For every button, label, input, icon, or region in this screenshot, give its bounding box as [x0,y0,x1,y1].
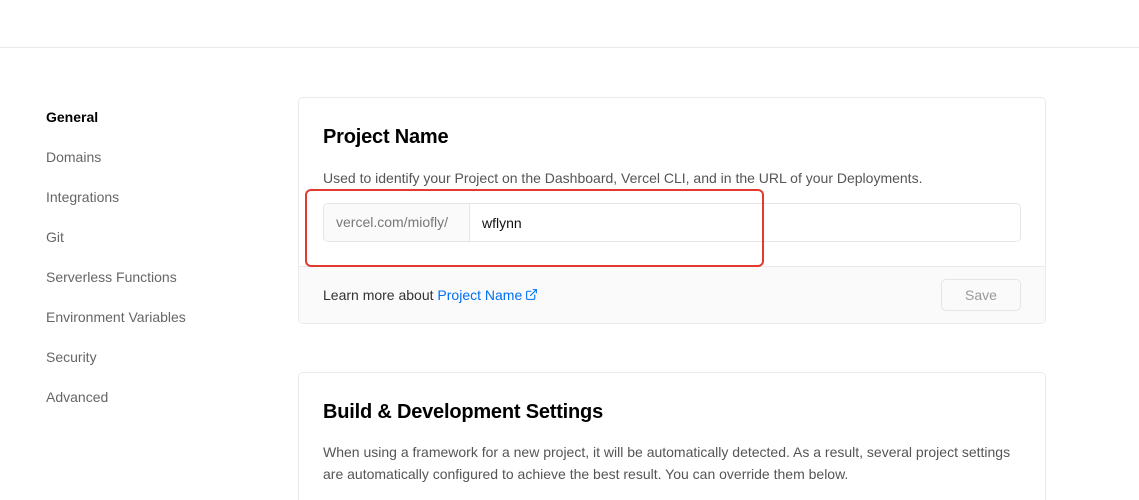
build-settings-card: Build & Development Settings When using … [298,372,1046,500]
sidebar-item-domains[interactable]: Domains [46,148,246,188]
sidebar-item-environment-variables[interactable]: Environment Variables [46,308,246,348]
learn-more-text: Learn more about Project Name [323,287,538,303]
save-button[interactable]: Save [941,279,1021,311]
sidebar-item-integrations[interactable]: Integrations [46,188,246,228]
url-prefix: vercel.com/miofly/ [324,204,470,241]
sidebar-item-security[interactable]: Security [46,348,246,388]
project-name-card: Project Name Used to identify your Proje… [298,97,1046,324]
external-link-icon [526,289,538,300]
build-settings-title: Build & Development Settings [323,401,603,423]
project-name-input[interactable] [470,204,1020,241]
project-name-description: Used to identify your Project on the Das… [323,170,923,186]
learn-more-label: Learn more about [323,287,434,303]
project-name-card-footer: Learn more about Project Name Save [299,266,1045,323]
top-navigation-bar [0,0,1139,48]
build-settings-description: When using a framework for a new project… [323,444,1011,482]
sidebar-item-serverless-functions[interactable]: Serverless Functions [46,268,246,308]
project-name-title: Project Name [323,126,449,148]
project-name-docs-link[interactable]: Project Name [437,287,538,303]
sidebar-item-advanced[interactable]: Advanced [46,388,246,428]
project-name-input-group: vercel.com/miofly/ [323,203,1021,242]
project-name-docs-link-label: Project Name [437,287,523,303]
settings-sidebar: General Domains Integrations Git Serverl… [46,108,246,428]
sidebar-item-general[interactable]: General [46,108,246,148]
sidebar-item-git[interactable]: Git [46,228,246,268]
